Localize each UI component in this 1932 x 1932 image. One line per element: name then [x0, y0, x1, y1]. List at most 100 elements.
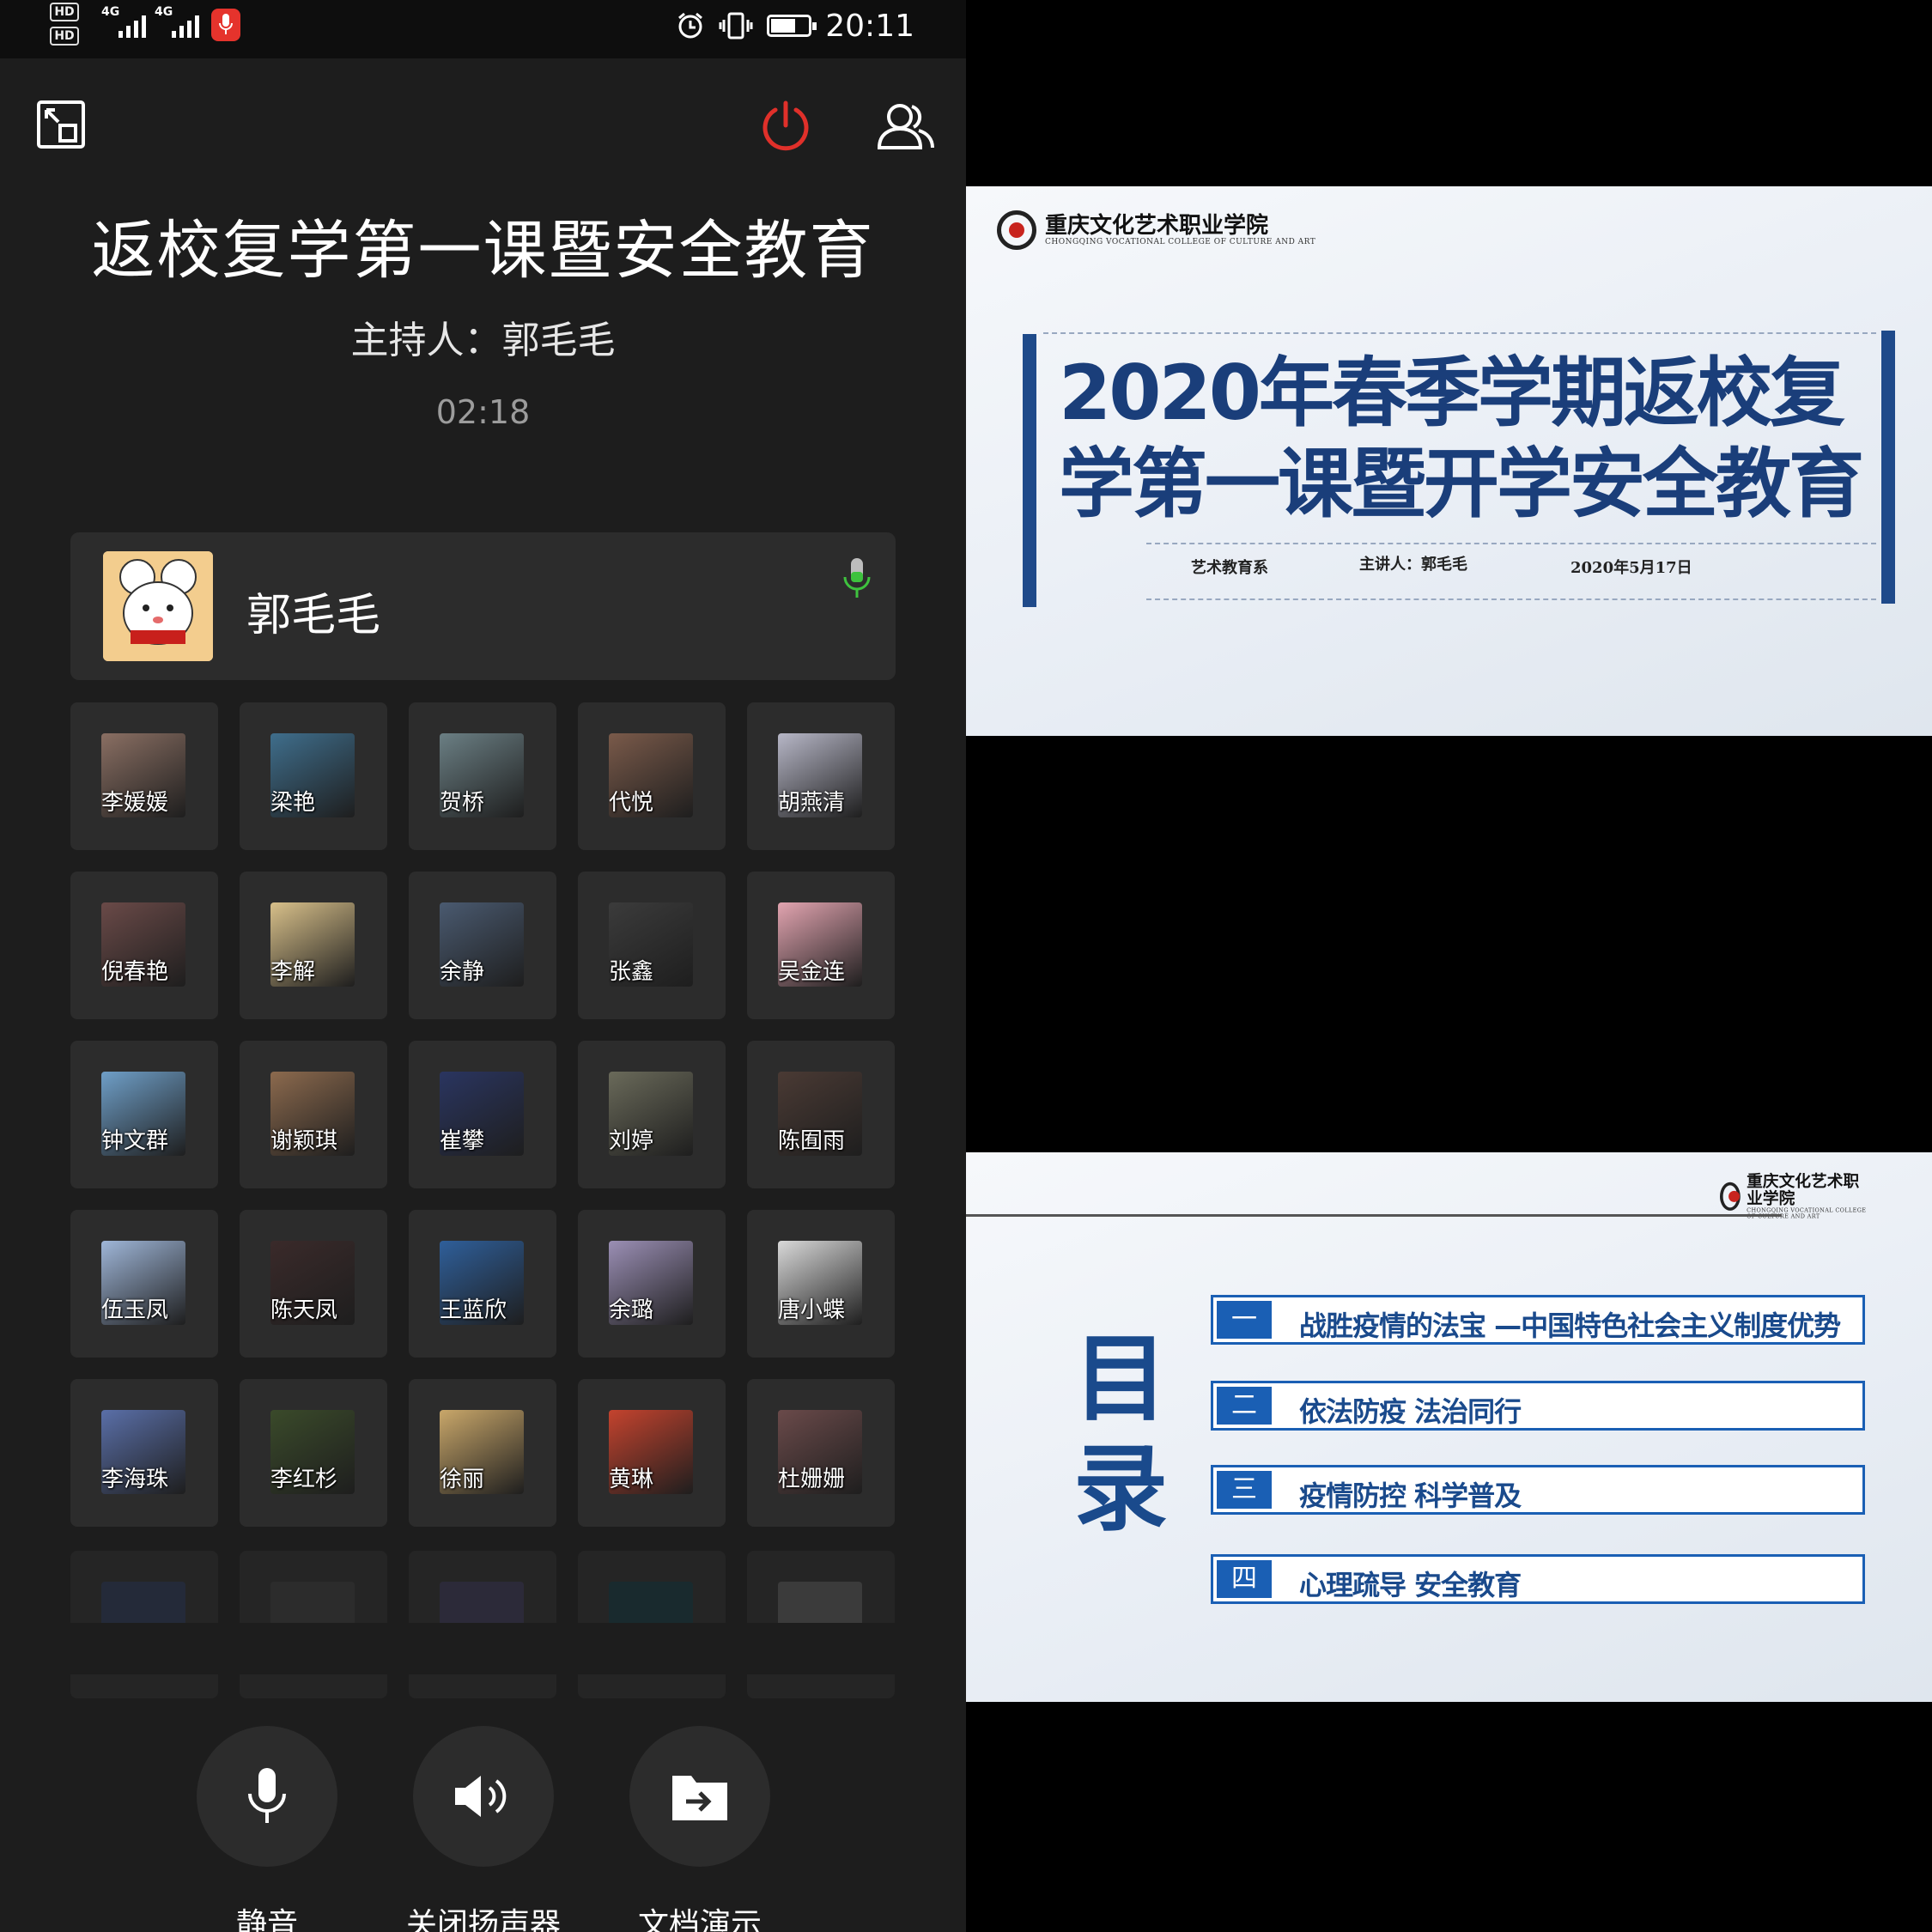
college-name-en: CHONGQING VOCATIONAL COLLEGE OF CULTURE …	[1045, 238, 1316, 246]
signal-icon-1: 4G	[101, 5, 146, 38]
status-right: 20:11	[676, 7, 914, 45]
college-name: 重庆文化艺术职业学院	[1045, 213, 1269, 239]
participant-tile[interactable]: 徐丽	[409, 1379, 556, 1527]
participant-name: 陈天凤	[270, 1297, 338, 1323]
participant-name: 崔攀	[440, 1128, 485, 1154]
signal-icon-2: 4G	[155, 5, 199, 38]
toc-item-number: 三	[1217, 1471, 1272, 1509]
microphone-icon	[248, 1768, 286, 1823]
divider	[1146, 543, 1876, 544]
logo-mark-icon	[997, 210, 1036, 250]
participant-tile[interactable]: 胡燕清	[747, 702, 895, 850]
slide-speaker: 主讲人：郭毛毛	[1359, 556, 1467, 574]
participant-tile[interactable]: 黄琳	[578, 1379, 726, 1527]
toc-item-number: 四	[1217, 1560, 1272, 1598]
participant-name: 杜姗姗	[778, 1467, 846, 1492]
participant-tile[interactable]: 张鑫	[578, 872, 726, 1019]
meeting-title: 返校复学第一课暨安全教育	[91, 214, 875, 288]
toc-item-text: 疫情防控 科学普及	[1299, 1479, 1522, 1512]
participant-name: 陈囿雨	[778, 1128, 846, 1154]
participant-name: 倪春艳	[101, 959, 169, 985]
meeting-timer: 02:18	[435, 393, 531, 431]
participant-tile[interactable]: 代悦	[578, 702, 726, 850]
participant-name: 胡燕清	[778, 790, 846, 816]
end-meeting-icon[interactable]	[760, 100, 811, 151]
participant-name: 张鑫	[609, 959, 654, 985]
toc-item: 三 疫情防控 科学普及	[1211, 1465, 1865, 1515]
header-rule	[966, 1214, 1782, 1217]
participant-name: 李红杉	[270, 1467, 338, 1492]
participant-tile[interactable]: 余静	[409, 872, 556, 1019]
participant-name: 梁艳	[270, 790, 316, 816]
participant-tile[interactable]: 王蓝欣	[409, 1210, 556, 1358]
divider	[1043, 332, 1876, 334]
participant-tile[interactable]: 钟文群	[70, 1041, 218, 1188]
participant-name: 吴金连	[778, 959, 846, 985]
participant-name: 黄琳	[609, 1467, 654, 1492]
scroll-fade	[52, 1623, 910, 1674]
toc-item-text: 心理疏导 安全教育	[1299, 1569, 1522, 1601]
speaker-icon	[455, 1776, 507, 1817]
doc-share-label: 文档演示	[637, 1907, 762, 1932]
accent-bar-right	[1881, 331, 1895, 604]
hd-indicators: HD HD	[50, 3, 94, 51]
college-logo: 重庆文化艺术职业学院 CHONGQING VOCATIONAL COLLEGE …	[1720, 1173, 1873, 1220]
host-line: 主持人：郭毛毛	[350, 319, 616, 362]
toc-item-number: 一	[1217, 1301, 1272, 1339]
participant-tile[interactable]: 谢颖琪	[240, 1041, 387, 1188]
vibrate-icon	[719, 12, 753, 39]
participant-tile[interactable]: 刘婷	[578, 1041, 726, 1188]
participant-tile[interactable]: 贺桥	[409, 702, 556, 850]
mute-label: 静音	[235, 1907, 298, 1932]
participant-name: 谢颖琪	[270, 1128, 338, 1154]
doc-share-button[interactable]	[629, 1726, 770, 1867]
participant-tile[interactable]: 李红杉	[240, 1379, 387, 1527]
participant-name: 李海珠	[101, 1467, 169, 1492]
toc-item-number: 二	[1217, 1387, 1272, 1425]
participants-icon[interactable]	[874, 100, 936, 151]
participant-tile[interactable]: 吴金连	[747, 872, 895, 1019]
participant-tile[interactable]: 伍玉凤	[70, 1210, 218, 1358]
participant-tile[interactable]: 余璐	[578, 1210, 726, 1358]
participant-name: 余静	[440, 959, 485, 985]
slide-dept: 艺术教育系	[1191, 559, 1268, 577]
toc-item-text: 战胜疫情的法宝 —中国特色社会主义制度优势	[1299, 1309, 1841, 1342]
participant-name: 余璐	[609, 1297, 654, 1323]
divider	[1146, 598, 1876, 600]
folder-share-icon	[672, 1776, 727, 1820]
participant-name: 王蓝欣	[440, 1297, 507, 1323]
participant-tile[interactable]: 陈天凤	[240, 1210, 387, 1358]
participant-tile[interactable]: 倪春艳	[70, 872, 218, 1019]
participant-name: 代悦	[609, 790, 654, 816]
shared-slide-title: 重庆文化艺术职业学院 CHONGQING VOCATIONAL COLLEGE …	[966, 186, 1932, 736]
participant-tile[interactable]: 陈囿雨	[747, 1041, 895, 1188]
speaker-button[interactable]	[413, 1726, 554, 1867]
accent-bar-left	[1023, 334, 1036, 607]
participant-tile[interactable]: 杜姗姗	[747, 1379, 895, 1527]
mute-button[interactable]	[197, 1726, 337, 1867]
host-mic-active-icon	[843, 558, 871, 598]
hd-badge-1: HD	[50, 3, 79, 21]
host-card[interactable]: 郭毛毛	[70, 532, 896, 680]
toc-item: 四 心理疏导 安全教育	[1211, 1554, 1865, 1604]
participant-tile[interactable]: 李解	[240, 872, 387, 1019]
college-logo: 重庆文化艺术职业学院 CHONGQING VOCATIONAL COLLEGE …	[997, 210, 1315, 250]
toc-heading: 目录	[1073, 1324, 1168, 1544]
clock: 20:11	[825, 8, 914, 44]
meeting-app: HD HD 4G 4G 20:11 返校复学第一课暨安全教育 主持人：郭毛毛 0…	[0, 0, 966, 1932]
participant-tile[interactable]: 李海珠	[70, 1379, 218, 1527]
participant-tile[interactable]: 唐小蝶	[747, 1210, 895, 1358]
participant-tile[interactable]: 梁艳	[240, 702, 387, 850]
participant-name: 李解	[270, 959, 316, 985]
participant-name: 伍玉凤	[101, 1297, 169, 1323]
slide-date: 2020年5月17日	[1571, 559, 1692, 577]
minimize-window-icon[interactable]	[36, 100, 86, 149]
status-bar: HD HD 4G 4G 20:11	[0, 0, 966, 58]
participant-name: 贺桥	[440, 790, 485, 816]
alarm-icon	[678, 12, 703, 39]
participant-tile[interactable]: 崔攀	[409, 1041, 556, 1188]
participant-tile[interactable]: 李媛媛	[70, 702, 218, 850]
participant-name: 徐丽	[440, 1467, 485, 1492]
recording-mic-icon	[211, 9, 240, 41]
host-avatar	[103, 551, 213, 661]
